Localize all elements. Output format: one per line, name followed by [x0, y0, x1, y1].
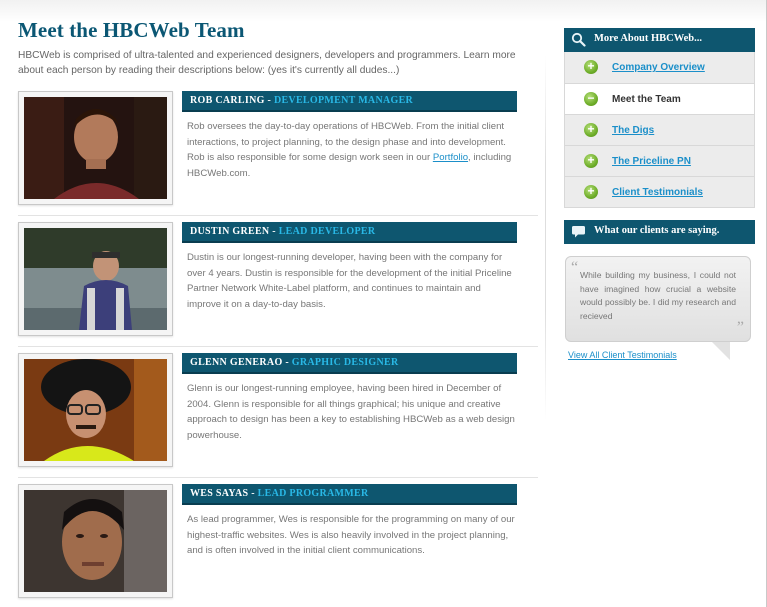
testimonial-text: While building my business, I could not …: [580, 270, 736, 321]
member-name-bar: Rob Carling - Development Manager: [182, 91, 517, 112]
member-photo: [24, 490, 167, 592]
member-photo: [24, 97, 167, 199]
name-role-separator: -: [248, 488, 258, 499]
member-name: Wes Sayas: [190, 488, 249, 499]
sidebar-item-label: Company Overview: [612, 62, 705, 73]
name-role-separator: -: [264, 95, 274, 106]
close-quote-icon: ”: [736, 319, 744, 336]
member-divider: [18, 215, 538, 216]
sidebar-item-label: Client Testimonials: [612, 187, 703, 198]
member-name-bar: Wes Sayas - Lead Programmer: [182, 484, 517, 505]
sidebar-item-the-digs[interactable]: + The Digs: [565, 114, 754, 145]
magnifier-icon: [571, 32, 586, 47]
member-name: Glenn Generao: [190, 357, 283, 368]
member-name-bar: Dustin Green - Lead Developer: [182, 222, 517, 243]
more-about-title: More About HBCWeb...: [594, 33, 703, 44]
view-all-testimonials-link[interactable]: View All Client Testimonials: [568, 350, 677, 360]
sidebar-item-meet-the-team[interactable]: − Meet the Team: [565, 83, 754, 114]
member-role: Lead Programmer: [257, 488, 369, 499]
minus-icon: −: [584, 92, 598, 106]
speech-tail-icon: [712, 342, 730, 360]
sidebar-item-company-overview[interactable]: + Company Overview: [565, 52, 754, 83]
more-about-header: More About HBCWeb...: [564, 28, 755, 52]
member-name: Rob Carling: [190, 95, 265, 106]
sidebar-item-label: The Priceline PN: [612, 156, 691, 167]
clients-title: What our clients are saying.: [594, 225, 720, 236]
plus-icon: +: [584, 185, 598, 199]
member-role: Lead Developer: [278, 226, 376, 237]
plus-icon: +: [584, 60, 598, 74]
team-member: Dustin Green - Lead Developer Dustin is …: [18, 222, 523, 342]
member-name: Dustin Green: [190, 226, 270, 237]
sidebar: More About HBCWeb... + Company Overview …: [564, 28, 755, 360]
speech-bubble-icon: [572, 226, 585, 238]
open-quote-icon: “: [571, 259, 579, 276]
team-member: Glenn Generao - Graphic Designer Glenn i…: [18, 353, 523, 473]
sidebar-item-priceline-pn[interactable]: + The Priceline PN: [565, 145, 754, 176]
member-role: Development Manager: [273, 95, 414, 106]
member-photo-frame: [18, 91, 173, 205]
team-member: Wes Sayas - Lead Programmer As lead prog…: [18, 484, 523, 600]
plus-icon: +: [584, 123, 598, 137]
clients-header: What our clients are saying.: [564, 220, 755, 244]
name-role-separator: -: [269, 226, 279, 237]
column-separator: [545, 55, 546, 420]
testimonial-quote: “ While building my business, I could no…: [565, 256, 751, 342]
member-divider: [18, 346, 538, 347]
sidebar-item-client-testimonials[interactable]: + Client Testimonials: [565, 176, 754, 207]
sidebar-item-label: The Digs: [612, 125, 655, 136]
testimonial-area: “ While building my business, I could no…: [564, 256, 755, 360]
member-bio: Glenn is our longest-running employee, h…: [187, 383, 515, 441]
member-name-bar: Glenn Generao - Graphic Designer: [182, 353, 517, 374]
intro-text: HBCWeb is comprised of ultra-talented an…: [18, 50, 516, 76]
main-content: Meet the HBCWeb Team HBCWeb is comprised…: [18, 18, 523, 78]
team-member: Rob Carling - Development Manager Rob ov…: [18, 91, 523, 211]
more-about-menu: + Company Overview − Meet the Team + The…: [564, 52, 755, 208]
name-role-separator: -: [282, 357, 292, 368]
sidebar-item-label: Meet the Team: [612, 94, 681, 105]
member-photo-frame: [18, 484, 173, 598]
member-bio: Dustin is our longest-running developer,…: [187, 252, 512, 310]
member-photo: [24, 359, 167, 461]
member-role: Graphic Designer: [291, 357, 399, 368]
portfolio-link[interactable]: Portfolio: [433, 152, 468, 163]
page-title: Meet the HBCWeb Team: [18, 18, 245, 42]
member-bio: Rob oversees the day-to-day operations o…: [187, 119, 515, 181]
member-photo: [24, 228, 167, 330]
plus-icon: +: [584, 154, 598, 168]
member-photo-frame: [18, 222, 173, 336]
member-photo-frame: [18, 353, 173, 467]
member-bio: As lead programmer, Wes is responsible f…: [187, 514, 515, 556]
member-divider: [18, 477, 538, 478]
